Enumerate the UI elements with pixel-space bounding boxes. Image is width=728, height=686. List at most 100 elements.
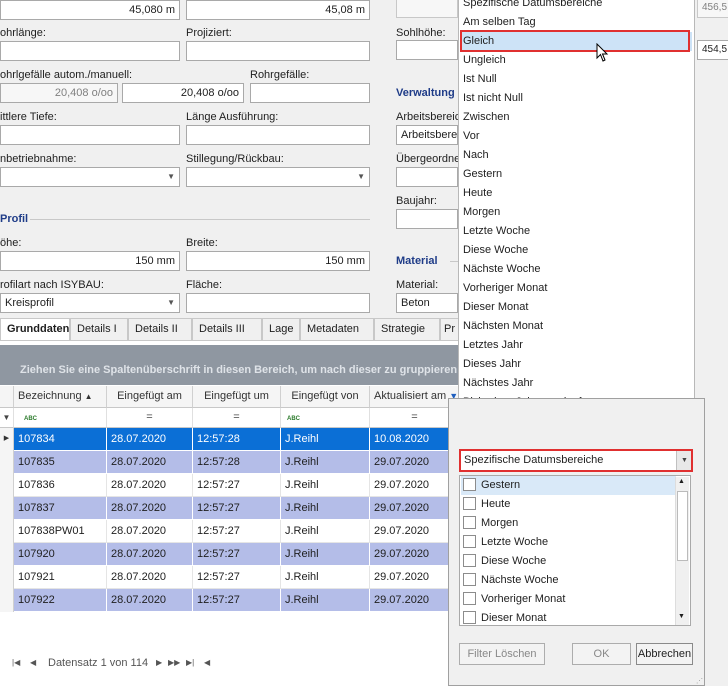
table-row[interactable]: 107835 28.07.2020 12:57:28 J.Reihl 29.07.202…	[0, 451, 460, 474]
table-cell[interactable]: 29.07.2020	[370, 543, 460, 566]
table-cell[interactable]: 12:57:27	[193, 520, 281, 543]
filter-cell-bezeichnung[interactable]: ABC	[14, 408, 107, 428]
table-cell[interactable]: J.Reihl	[281, 474, 370, 497]
material-field[interactable]: Beton	[396, 293, 458, 313]
table-cell[interactable]: 12:57:27	[193, 474, 281, 497]
table-cell[interactable]: 10.08.2020	[370, 428, 460, 451]
stilllegung-date[interactable]: ▼	[186, 167, 370, 187]
table-cell[interactable]: 107920	[14, 543, 107, 566]
scroll-thumb[interactable]	[677, 491, 688, 561]
table-cell[interactable]: 29.07.2020	[370, 474, 460, 497]
table-cell[interactable]: 28.07.2020	[107, 543, 193, 566]
rohrlaenge-field[interactable]	[0, 41, 180, 61]
checklist-item[interactable]: Gestern	[461, 476, 676, 495]
column-header-aktualisiert-am[interactable]: Aktualisiert am ▼	[370, 386, 460, 408]
checkbox[interactable]	[463, 497, 476, 510]
checkbox[interactable]	[463, 573, 476, 586]
column-header-eingefuegt-von[interactable]: Eingefügt von	[281, 386, 370, 408]
checkbox[interactable]	[463, 611, 476, 624]
table-cell[interactable]: 107836	[14, 474, 107, 497]
arbeitsbereich-field[interactable]: Arbeitsbereic	[396, 125, 458, 145]
menu-item[interactable]: Ungleich	[462, 51, 692, 70]
checkbox[interactable]	[463, 592, 476, 605]
next-page-icon[interactable]: ▶▶	[168, 658, 180, 667]
menu-item[interactable]: Dieses Jahr	[462, 355, 692, 374]
table-cell[interactable]: 107922	[14, 589, 107, 612]
column-header-bezeichnung[interactable]: Bezeichnung ▲	[14, 386, 107, 408]
next-record-icon[interactable]: ▶	[156, 658, 162, 667]
checklist-item[interactable]: Heute	[461, 495, 676, 514]
baujahr-field[interactable]	[396, 209, 458, 229]
table-cell[interactable]: 28.07.2020	[107, 566, 193, 589]
tab-metadaten[interactable]: Metadaten	[300, 318, 374, 340]
filter-cell-eingefuegt-um[interactable]: =	[193, 408, 281, 428]
projiziert-field[interactable]	[186, 41, 370, 61]
table-cell[interactable]: 28.07.2020	[107, 520, 193, 543]
menu-item[interactable]: Heute	[462, 184, 692, 203]
sohlhoehe-field[interactable]	[396, 40, 458, 60]
table-cell[interactable]: 28.07.2020	[107, 589, 193, 612]
table-cell[interactable]: 107838PW01	[14, 520, 107, 543]
tab-details-2[interactable]: Details II	[128, 318, 192, 340]
checkbox[interactable]	[463, 478, 476, 491]
tab-lage[interactable]: Lage	[262, 318, 300, 340]
table-cell[interactable]: J.Reihl	[281, 543, 370, 566]
menu-item[interactable]: Dieser Monat	[462, 298, 692, 317]
table-cell[interactable]: J.Reihl	[281, 497, 370, 520]
table-cell[interactable]: 28.07.2020	[107, 474, 193, 497]
checklist-item[interactable]: Dieser Monat	[461, 609, 676, 625]
tab-details-3[interactable]: Details III	[192, 318, 262, 340]
table-cell[interactable]: 107921	[14, 566, 107, 589]
hoehe-field[interactable]: 150 mm	[0, 251, 180, 271]
menu-item[interactable]: Letzte Woche	[462, 222, 692, 241]
rohrgefaelle-field[interactable]	[250, 83, 370, 103]
scroll-down-icon[interactable]: ▼	[678, 613, 685, 620]
table-cell[interactable]: 107834	[14, 428, 107, 451]
table-cell[interactable]: J.Reihl	[281, 520, 370, 543]
cancel-button[interactable]: Abbrechen	[636, 643, 693, 665]
last-record-icon[interactable]: ▶|	[186, 658, 194, 667]
menu-item[interactable]: Ist nicht Null	[462, 89, 692, 108]
table-cell[interactable]: 12:57:27	[193, 497, 281, 520]
filter-cell-aktualisiert-am[interactable]: =	[370, 408, 460, 428]
checklist-item[interactable]: Vorheriger Monat	[461, 590, 676, 609]
mittlere-tiefe-field[interactable]	[0, 125, 180, 145]
checklist-item[interactable]: Letzte Woche	[461, 533, 676, 552]
chevron-down-icon[interactable]: ▼	[167, 168, 175, 186]
column-header-eingefuegt-um[interactable]: Eingefügt um	[193, 386, 281, 408]
uebergeordnet-field[interactable]	[396, 167, 458, 187]
first-record-icon[interactable]: |◀	[12, 658, 20, 667]
clear-filter-button[interactable]: Filter Löschen	[459, 643, 545, 665]
inbetriebnahme-date[interactable]: ▼	[0, 167, 180, 187]
checklist-item[interactable]: Nächste Woche	[461, 571, 676, 590]
laenge-ausfuehrung-field[interactable]	[186, 125, 370, 145]
filter-cell-eingefuegt-am[interactable]: =	[107, 408, 193, 428]
filter-cell-eingefuegt-von[interactable]: ABC	[281, 408, 370, 428]
table-cell[interactable]: 28.07.2020	[107, 451, 193, 474]
column-header-eingefuegt-am[interactable]: Eingefügt am	[107, 386, 193, 408]
menu-item[interactable]: Morgen	[462, 203, 692, 222]
menu-item[interactable]: Diese Woche	[462, 241, 692, 260]
menu-item[interactable]: Nach	[462, 146, 692, 165]
table-cell[interactable]: 29.07.2020	[370, 589, 460, 612]
menu-item[interactable]: Letztes Jahr	[462, 336, 692, 355]
checkbox[interactable]	[463, 516, 476, 529]
top-value-2[interactable]: 45,08 m	[186, 0, 370, 20]
flaeche-field[interactable]	[186, 293, 370, 313]
menu-item[interactable]: Ist Null	[462, 70, 692, 89]
menu-item[interactable]: Nächstes Jahr	[462, 374, 692, 393]
chevron-down-icon[interactable]: ▼	[357, 168, 365, 186]
ok-button[interactable]: OK	[572, 643, 631, 665]
table-cell[interactable]: 29.07.2020	[370, 520, 460, 543]
table-cell[interactable]: 28.07.2020	[107, 428, 193, 451]
menu-item[interactable]: Vor	[462, 127, 692, 146]
checklist-item[interactable]: Morgen	[461, 514, 676, 533]
table-cell[interactable]: 29.07.2020	[370, 566, 460, 589]
menu-item[interactable]: Gestern	[462, 165, 692, 184]
table-cell[interactable]: 28.07.2020	[107, 497, 193, 520]
table-cell[interactable]: J.Reihl	[281, 566, 370, 589]
table-cell[interactable]: 29.07.2020	[370, 451, 460, 474]
table-row[interactable]: 107920 28.07.2020 12:57:27 J.Reihl 29.07.202…	[0, 543, 460, 566]
resize-grip-icon[interactable]: ⋰	[696, 677, 703, 685]
table-cell[interactable]: J.Reihl	[281, 589, 370, 612]
